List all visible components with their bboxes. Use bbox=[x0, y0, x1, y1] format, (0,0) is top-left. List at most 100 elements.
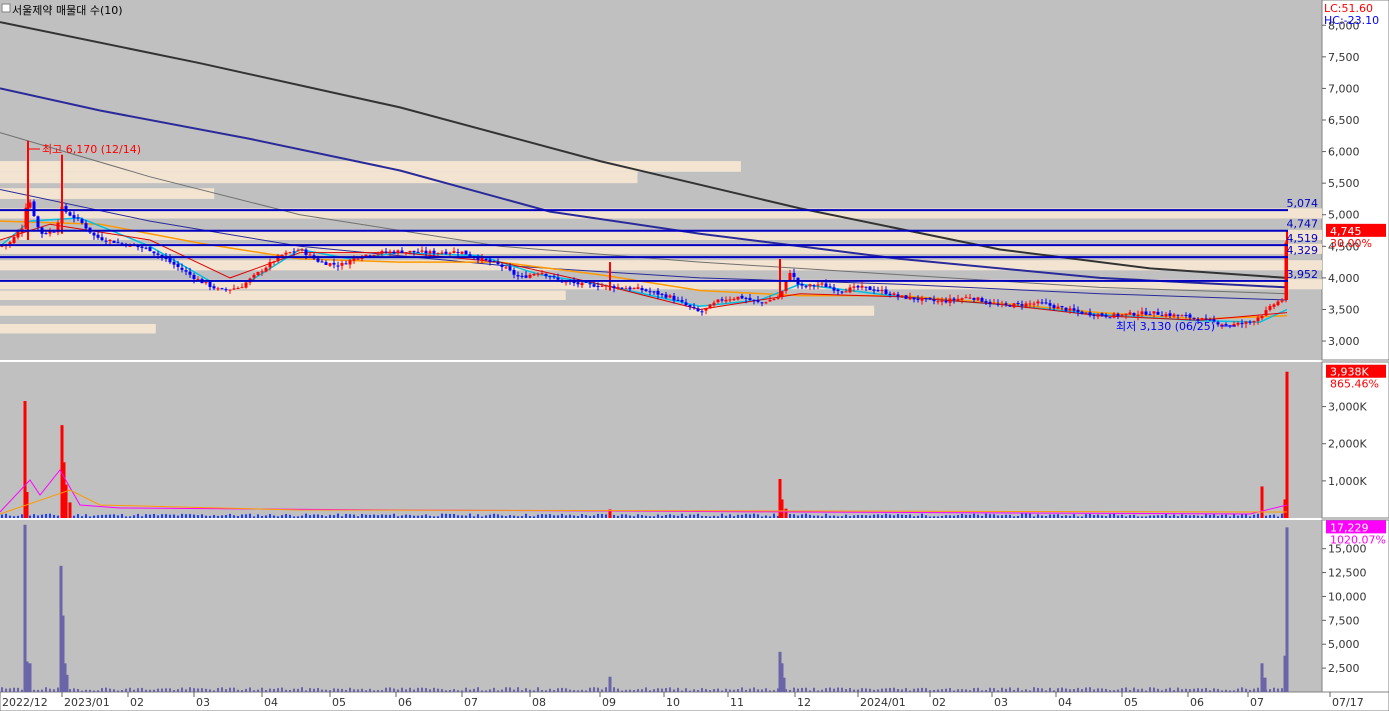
stock-chart[interactable]: 5,0744,7474,5194,3293,9523,0003,5004,000… bbox=[0, 0, 1389, 711]
volume-bar bbox=[829, 515, 831, 518]
volume-bar bbox=[1041, 515, 1043, 518]
candle-body bbox=[580, 282, 584, 286]
volume-bar bbox=[85, 514, 87, 518]
turnover-bar bbox=[869, 688, 871, 692]
volume-bar bbox=[297, 516, 299, 518]
candle-body bbox=[1024, 303, 1028, 307]
turnover-spike bbox=[65, 674, 69, 692]
turnover-bar bbox=[633, 690, 635, 692]
candle-body bbox=[156, 253, 160, 255]
volume-bar bbox=[889, 514, 891, 518]
volume-bar bbox=[1153, 515, 1155, 518]
volume-bar bbox=[853, 515, 855, 518]
turnover-bar bbox=[681, 690, 683, 692]
turnover-bar bbox=[1133, 687, 1135, 692]
x-tick-label: 07/17 bbox=[1332, 696, 1364, 709]
turnover-bar bbox=[817, 690, 819, 692]
candle-body bbox=[852, 286, 856, 288]
candle-body bbox=[1144, 311, 1148, 315]
candle-body bbox=[940, 300, 944, 302]
turnover-bar bbox=[109, 688, 111, 692]
candle-body bbox=[92, 232, 96, 236]
volume-bar bbox=[669, 514, 671, 518]
candle-body bbox=[1112, 313, 1116, 318]
high-annotation: 최고 6,170 (12/14) bbox=[42, 143, 141, 156]
candle-body bbox=[792, 272, 796, 277]
volume-bar bbox=[1137, 516, 1139, 518]
candle-body bbox=[604, 285, 608, 287]
turnover-bar bbox=[753, 687, 755, 692]
candle-body bbox=[896, 294, 900, 297]
turnover-bar bbox=[1201, 688, 1203, 692]
candle-body bbox=[352, 258, 356, 261]
turnover-bar bbox=[389, 687, 391, 692]
volume-bar bbox=[769, 516, 771, 518]
volume-bar bbox=[1009, 514, 1011, 518]
y-tick-label: 5,000 bbox=[1328, 209, 1360, 222]
volume-bar bbox=[789, 514, 791, 518]
turnover-bar bbox=[1193, 688, 1195, 692]
volume-bar bbox=[765, 515, 767, 518]
turnover-bar bbox=[969, 690, 971, 692]
candle-body bbox=[408, 250, 412, 253]
turnover-bar bbox=[709, 690, 711, 692]
candle-body bbox=[464, 250, 468, 255]
turnover-bar bbox=[17, 687, 19, 692]
volume-bar bbox=[897, 514, 899, 518]
volume-bar bbox=[569, 514, 571, 518]
candle-body bbox=[636, 287, 640, 289]
turnover-bar bbox=[437, 688, 439, 692]
turnover-bar bbox=[145, 689, 147, 692]
candle-body bbox=[652, 291, 656, 293]
candle-body bbox=[928, 297, 932, 300]
turnover-bar bbox=[173, 690, 175, 692]
turnover-bar bbox=[549, 688, 551, 692]
turnover-bar bbox=[1089, 687, 1091, 692]
volume-bar bbox=[349, 514, 351, 518]
volume-bar bbox=[1117, 515, 1119, 518]
turnover-bar bbox=[765, 688, 767, 692]
turnover-bar bbox=[985, 689, 987, 692]
candle-body bbox=[280, 254, 284, 256]
turnover-bar bbox=[297, 688, 299, 692]
turnover-bar bbox=[137, 688, 139, 692]
turnover-bar bbox=[761, 689, 763, 692]
x-tick-label: 07 bbox=[1250, 696, 1264, 709]
turnover-bar bbox=[265, 689, 267, 692]
turnover-bar bbox=[1013, 689, 1015, 692]
volume-bar bbox=[449, 514, 451, 518]
turnover-y-tick-label: 5,000 bbox=[1328, 638, 1360, 651]
candle-body bbox=[936, 301, 940, 303]
candle-body bbox=[1164, 314, 1168, 317]
turnover-bar bbox=[1245, 688, 1247, 692]
candle-body bbox=[508, 266, 512, 271]
volume-bar bbox=[337, 513, 339, 518]
turnover-bar bbox=[1185, 688, 1187, 692]
title-box-icon[interactable] bbox=[1, 3, 11, 13]
volume-bar bbox=[105, 514, 107, 518]
turnover-bar bbox=[453, 689, 455, 692]
turnover-bar bbox=[1061, 687, 1063, 692]
candle-body bbox=[912, 297, 916, 300]
candle-body bbox=[320, 261, 324, 263]
candle-body bbox=[1004, 303, 1008, 305]
volume-bar bbox=[33, 514, 35, 518]
turnover-bar bbox=[841, 687, 843, 692]
volume-bar bbox=[1245, 513, 1247, 518]
candle-body bbox=[664, 294, 668, 298]
level-label: 3,952 bbox=[1287, 268, 1319, 281]
volume-change-label: 865.46% bbox=[1330, 378, 1379, 391]
turnover-y-tick-label: 10,000 bbox=[1328, 590, 1367, 603]
volume-bar bbox=[173, 514, 175, 518]
volume-bar bbox=[381, 514, 383, 518]
volume-spike bbox=[68, 502, 72, 518]
volume-bar bbox=[73, 515, 75, 518]
candle-body bbox=[380, 251, 384, 254]
volume-bar bbox=[857, 515, 859, 518]
volume-bar bbox=[589, 515, 591, 518]
volume-bar bbox=[217, 515, 219, 518]
candle-body bbox=[776, 297, 780, 299]
volume-bar bbox=[41, 514, 43, 518]
volume-bar bbox=[29, 515, 31, 518]
volume-bar bbox=[761, 516, 763, 518]
